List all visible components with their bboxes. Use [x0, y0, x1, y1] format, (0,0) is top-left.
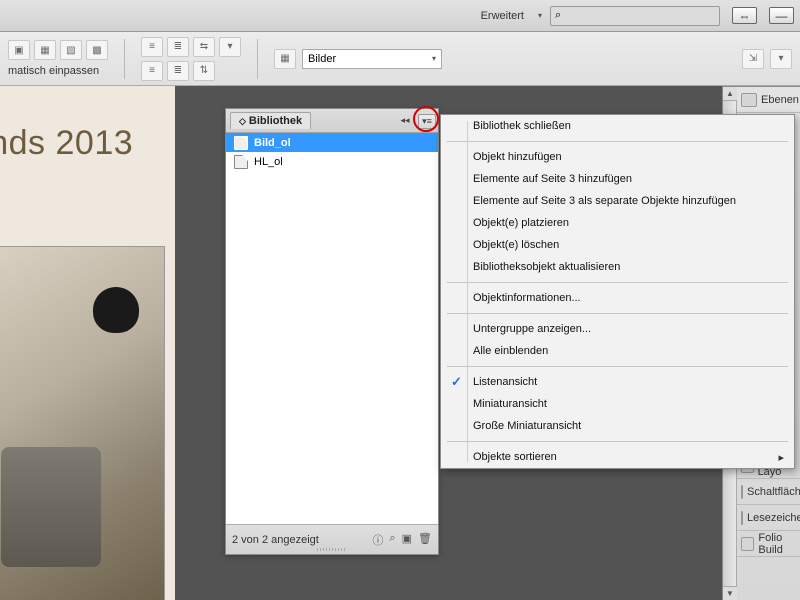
image-detail-2	[1, 447, 101, 567]
library-panel: ◇ Bibliothek ◂◂ ✕ Bild_ol HL_ol 2 von 2 …	[225, 108, 439, 555]
dock-label: Lesezeiche	[747, 512, 800, 524]
menu-object-info[interactable]: Objektinformationen...	[441, 287, 794, 309]
distribute-horizontal-icon[interactable]: ⇆	[193, 37, 215, 57]
new-item-icon[interactable]: ▣	[402, 532, 412, 548]
title-bar: Erweitert ▾ ⌕ ⇔ —	[0, 0, 800, 32]
content-type-dropdown[interactable]: Bilder ▾	[302, 49, 442, 69]
link-options-icon[interactable]: ⇲	[742, 49, 764, 69]
scroll-up-icon[interactable]: ▲	[723, 87, 737, 101]
menu-list-view[interactable]: Listenansicht	[441, 371, 794, 393]
dock-item-folio-builder[interactable]: Folio Build	[737, 531, 800, 557]
file-icon	[234, 155, 248, 169]
menu-place-objects[interactable]: Objekt(e) platzieren	[441, 212, 794, 234]
search-input[interactable]	[565, 10, 715, 22]
distribute-vertical-icon[interactable]: ⇅	[193, 61, 215, 81]
chevron-down-icon: ▾	[432, 54, 436, 63]
panel-collapse-icon[interactable]: ◂◂	[396, 113, 414, 128]
align-top-icon[interactable]: ≣	[167, 37, 189, 57]
align-bottom-icon[interactable]: ≣	[167, 61, 189, 81]
library-flyout-menu: Bibliothek schließen Objekt hinzufügen E…	[440, 114, 795, 469]
menu-close-library[interactable]: Bibliothek schließen	[441, 115, 794, 137]
dock-item-bookmarks[interactable]: Lesezeiche	[737, 505, 800, 531]
panel-flyout-menu-button[interactable]: ▾≡	[418, 114, 436, 129]
auto-fit-label: matisch einpassen	[8, 64, 99, 77]
menu-add-object[interactable]: Objekt hinzufügen	[441, 146, 794, 168]
link-more-dropdown-icon[interactable]: ▾	[770, 49, 792, 69]
buttons-icon	[741, 485, 743, 499]
info-icon[interactable]: ⓘ	[372, 532, 383, 548]
panel-resize-grip-icon[interactable]	[317, 548, 347, 551]
control-toolbar: ▣ ▦ ▧ ▩ matisch einpassen ≡ ≣ ⇆ ▾ ≡ ≣ ⇅ …	[0, 32, 800, 86]
placed-image[interactable]	[0, 246, 165, 600]
library-item[interactable]: HL_ol	[226, 152, 438, 171]
menu-thumbnail-view[interactable]: Miniaturansicht	[441, 393, 794, 415]
dock-label: Folio Build	[758, 532, 800, 556]
layers-icon	[741, 93, 757, 107]
library-item-name: Bild_ol	[254, 137, 291, 149]
dock-label: Ebenen	[761, 94, 799, 106]
library-item-name: HL_ol	[254, 156, 283, 168]
file-icon	[234, 136, 248, 150]
scroll-down-icon[interactable]: ▼	[723, 586, 737, 600]
menu-show-all[interactable]: Alle einblenden	[441, 340, 794, 362]
document-canvas[interactable]: rends 2013	[0, 86, 175, 600]
menu-update-library-object[interactable]: Bibliotheksobjekt aktualisieren	[441, 256, 794, 278]
menu-add-elements-page3-separate[interactable]: Elemente auf Seite 3 als separate Objekt…	[441, 190, 794, 212]
dock-item-buttons[interactable]: Schaltfläch	[737, 479, 800, 505]
library-tab[interactable]: ◇ Bibliothek	[230, 112, 311, 129]
menu-add-elements-page3[interactable]: Elemente auf Seite 3 hinzufügen	[441, 168, 794, 190]
dock-item-ebenen[interactable]: Ebenen	[737, 87, 800, 113]
menu-delete-objects[interactable]: Objekt(e) löschen	[441, 234, 794, 256]
status-text: 2 von 2 angezeigt	[232, 534, 319, 546]
image-detail-1	[93, 287, 139, 333]
bookmarks-icon	[741, 511, 743, 525]
frame-center-icon[interactable]: ▩	[86, 40, 108, 60]
frame-fit-content-icon[interactable]: ▣	[8, 40, 30, 60]
library-list[interactable]: Bild_ol HL_ol	[226, 133, 438, 524]
find-icon[interactable]: ⌕	[389, 532, 395, 548]
panel-status-bar: 2 von 2 angezeigt ⓘ ⌕ ▣ 🗑	[226, 524, 438, 554]
dock-label: Schaltfläch	[747, 486, 800, 498]
align-left-icon[interactable]: ≡	[141, 37, 163, 57]
window-minimize-button[interactable]: —	[769, 7, 794, 24]
workspace-mode-label[interactable]: Erweitert	[475, 10, 530, 22]
align-right-icon[interactable]: ≡	[141, 61, 163, 81]
panel-tabbar: ◇ Bibliothek ◂◂ ✕	[226, 109, 438, 133]
content-type-value: Bilder	[308, 53, 336, 65]
tab-label: Bibliothek	[249, 115, 302, 127]
menu-sort-objects[interactable]: Objekte sortieren	[441, 446, 794, 468]
more-align-dropdown-icon[interactable]: ▾	[219, 37, 241, 57]
page-heading: rends 2013	[0, 124, 133, 163]
dropdown-caret-icon[interactable]: ▾	[538, 11, 542, 20]
tab-sort-icon: ◇	[239, 116, 246, 127]
folio-icon	[741, 537, 754, 551]
content-type-icon[interactable]: ▦	[274, 49, 296, 69]
frame-fit-frame-icon[interactable]: ▧	[60, 40, 82, 60]
search-icon: ⌕	[555, 9, 561, 22]
menu-large-thumbnail-view[interactable]: Große Miniaturansicht	[441, 415, 794, 437]
frame-fill-proportionally-icon[interactable]: ▦	[34, 40, 56, 60]
library-item[interactable]: Bild_ol	[226, 133, 438, 152]
delete-icon[interactable]: 🗑	[418, 532, 432, 548]
menu-show-subgroup[interactable]: Untergruppe anzeigen...	[441, 318, 794, 340]
search-input-container[interactable]: ⌕	[550, 6, 720, 26]
window-arrange-button[interactable]: ⇔	[732, 7, 757, 24]
